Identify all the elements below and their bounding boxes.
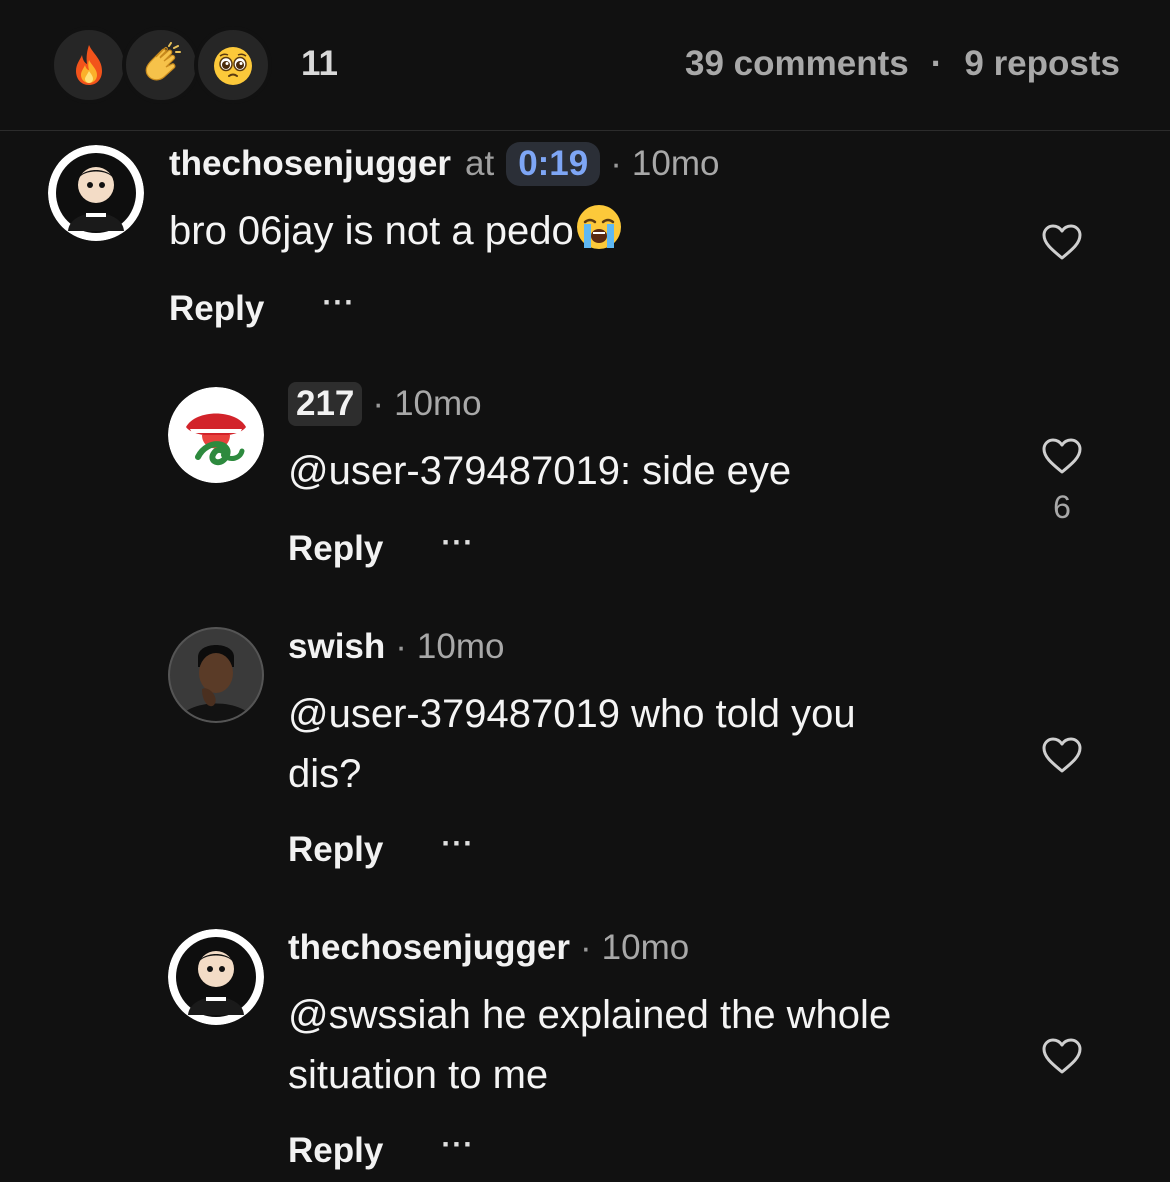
comment-actions: Reply ··· [288,528,474,569]
username[interactable]: swish [288,627,385,667]
post-stats-bar: 11 39 comments · 9 reposts [0,0,1170,131]
comments-screen: 11 39 comments · 9 reposts thechosenjugger… [0,0,1170,1182]
more-options-button[interactable]: ··· [441,829,474,866]
loudly-crying-face-icon [574,202,624,252]
avatar[interactable] [168,627,264,723]
separator-dot: · [930,44,943,83]
comment-item: thechosenjugger at 0:19 · 10mo bro 06jay… [0,131,1170,361]
comment-text: @user-379487019 who told you dis? [288,692,856,796]
separator-dot: · [610,144,622,183]
like-count: 6 [1053,489,1071,525]
reposts-count[interactable]: 9 reposts [964,44,1120,83]
reply-item: 217 · 10mo @user-379487019: side eye Rep… [0,371,1170,611]
separator-dot: · [579,928,592,967]
reply-button[interactable]: Reply [169,289,264,329]
like-control[interactable]: 6 [1022,437,1102,526]
comment-meta: swish · 10mo [288,624,504,670]
clapping-hands-icon[interactable] [122,26,200,104]
video-timestamp-link[interactable]: 0:19 [506,142,601,186]
fire-icon[interactable] [50,26,128,104]
comment-actions: Reply ··· [169,288,355,329]
comment-meta: 217 · 10mo [288,379,482,429]
comment-text: bro 06jay is not a pedo [169,201,869,261]
separator-dot: · [395,627,407,666]
username[interactable]: thechosenjugger [288,928,570,968]
more-options-button[interactable]: ··· [441,1130,474,1167]
comment-age: 10mo [394,384,482,423]
comment-age: 10mo [416,627,505,666]
comment-age: 10mo [601,928,690,967]
comment-actions: Reply ··· [288,829,474,870]
username[interactable]: thechosenjugger [169,144,451,184]
heart-icon[interactable] [1041,1037,1083,1075]
comment-text-content: bro 06jay is not a pedo [169,209,574,253]
like-control[interactable] [1022,1037,1102,1089]
heart-icon[interactable] [1041,437,1083,475]
comment-text: @user-379487019: side eye [288,449,792,493]
like-control[interactable] [1022,223,1102,275]
reply-button[interactable]: Reply [288,1131,383,1171]
at-label: at [464,144,495,183]
comments-count[interactable]: 39 comments [685,44,909,83]
reply-item: thechosenjugger · 10mo @swssiah he expla… [0,913,1170,1182]
comment-meta: thechosenjugger at 0:19 · 10mo [169,141,719,187]
reply-button[interactable]: Reply [288,830,383,870]
comment-actions: Reply ··· [288,1130,474,1171]
heart-icon[interactable] [1041,223,1083,261]
reply-item: swish · 10mo @user-379487019 who told yo… [0,612,1170,912]
comment-age: 10mo [631,144,720,183]
like-control[interactable] [1022,736,1102,788]
reaction-count: 11 [301,44,338,83]
avatar[interactable] [48,145,144,241]
post-counts: 39 comments · 9 reposts [685,44,1120,84]
comment-text: @swssiah he explained the whole situatio… [288,993,892,1097]
username[interactable]: 217 [288,382,363,426]
pleading-face-icon[interactable] [194,26,272,104]
more-options-button[interactable]: ··· [322,288,355,325]
reply-button[interactable]: Reply [288,529,383,569]
comment-meta: thechosenjugger · 10mo [288,925,689,971]
avatar[interactable] [168,929,264,1025]
heart-icon[interactable] [1041,736,1083,774]
more-options-button[interactable]: ··· [441,528,474,565]
separator-dot: · [372,384,385,423]
avatar[interactable] [168,387,264,483]
